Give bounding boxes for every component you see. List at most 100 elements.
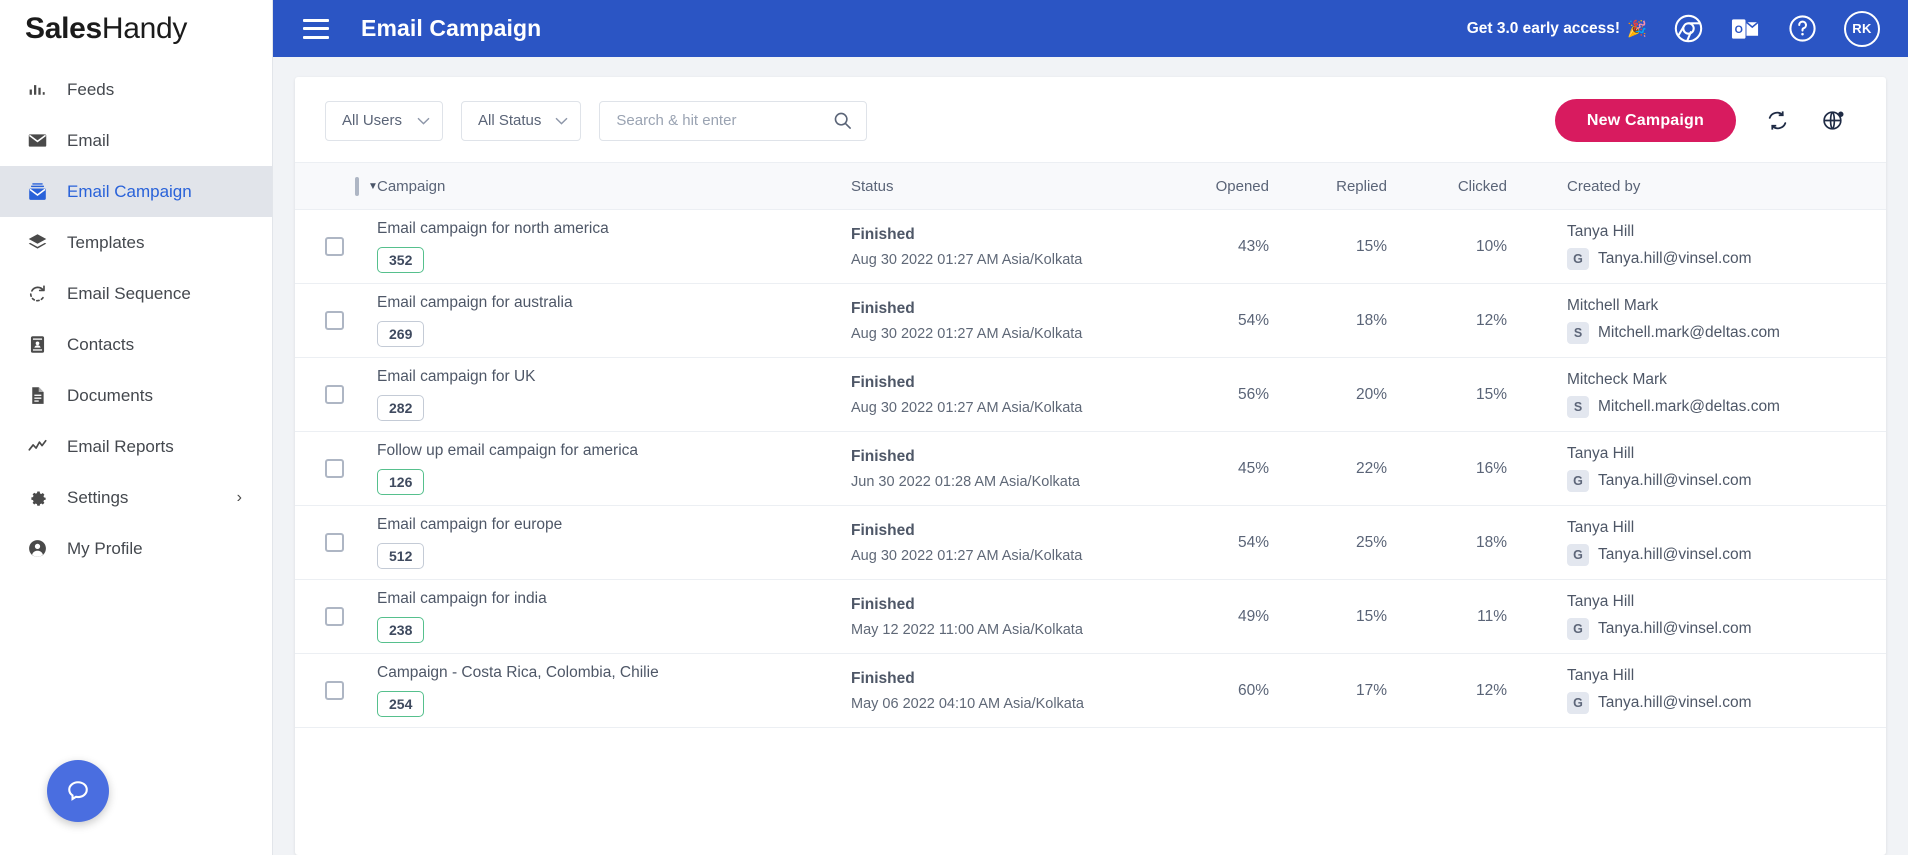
status-cell: FinishedAug 30 2022 01:27 AM Asia/Kolkat… (851, 358, 1171, 432)
creator-email: Mitchell.mark@deltas.com (1598, 324, 1780, 342)
campaign-name[interactable]: Email campaign for europe (377, 516, 851, 535)
table-row[interactable]: Campaign - Costa Rica, Colombia, Chilie 2… (295, 654, 1886, 728)
sidebar-item-email-campaign[interactable]: Email Campaign (0, 166, 272, 217)
sidebar-item-contacts[interactable]: Contacts (0, 319, 272, 370)
search-input[interactable] (616, 112, 833, 129)
creator-email: Tanya.hill@vinsel.com (1598, 620, 1752, 638)
campaign-count-badge[interactable]: 282 (377, 395, 424, 421)
campaign-count-badge[interactable]: 512 (377, 543, 424, 569)
column-header-campaign[interactable]: Campaign (377, 163, 851, 210)
new-campaign-button[interactable]: New Campaign (1555, 99, 1736, 142)
creator-email-row: GTanya.hill@vinsel.com (1567, 248, 1886, 270)
promo-label: Get 3.0 early access! (1467, 20, 1620, 38)
creator-email: Tanya.hill@vinsel.com (1598, 250, 1752, 268)
creator-name: Tanya Hill (1567, 593, 1886, 611)
creator-email-row: SMitchell.mark@deltas.com (1567, 396, 1886, 418)
sidebar-item-label: Contacts (67, 335, 134, 355)
row-checkbox[interactable] (325, 237, 344, 256)
sidebar-item-email-sequence[interactable]: Email Sequence (0, 268, 272, 319)
campaign-name[interactable]: Campaign - Costa Rica, Colombia, Chilie (377, 664, 851, 683)
early-access-promo[interactable]: Get 3.0 early access! 🎉 (1467, 19, 1647, 39)
campaign-table-scroll[interactable]: ▼ Campaign Status Opened Replied Clicked… (295, 162, 1886, 855)
creator-name: Mitcheck Mark (1567, 371, 1886, 389)
creator-name: Tanya Hill (1567, 223, 1886, 241)
sidebar-item-feeds[interactable]: Feeds (0, 64, 272, 115)
campaign-count-badge[interactable]: 126 (377, 469, 424, 495)
contact-card-icon (27, 334, 48, 355)
globe-settings-icon[interactable] (1818, 106, 1848, 136)
all-status-filter[interactable]: All Status (461, 101, 581, 141)
table-row[interactable]: Email campaign for europe 512 FinishedAug … (295, 506, 1886, 580)
campaign-count-badge[interactable]: 269 (377, 321, 424, 347)
row-checkbox[interactable] (325, 459, 344, 478)
user-avatar[interactable]: RK (1844, 11, 1880, 47)
created-by-cell: Mitchell MarkSMitchell.mark@deltas.com (1533, 284, 1886, 358)
creator-name: Tanya Hill (1567, 519, 1886, 537)
select-all-checkbox[interactable] (355, 177, 359, 196)
clicked-value: 12% (1411, 284, 1533, 358)
campaign-name[interactable]: Email campaign for north america (377, 220, 851, 239)
help-circle-icon[interactable] (1787, 13, 1818, 44)
column-header-status[interactable]: Status (851, 163, 1171, 210)
sidebar-item-email[interactable]: Email (0, 115, 272, 166)
brand-logo[interactable]: SalesHandy (0, 0, 272, 57)
sidebar-item-email-reports[interactable]: Email Reports (0, 421, 272, 472)
campaign-count-badge[interactable]: 238 (377, 617, 424, 643)
sidebar-item-settings[interactable]: Settings› (0, 472, 272, 523)
row-checkbox[interactable] (325, 311, 344, 330)
status-timestamp: Aug 30 2022 01:27 AM Asia/Kolkata (851, 548, 1171, 564)
help-chat-button[interactable] (47, 760, 109, 822)
column-header-clicked[interactable]: Clicked (1411, 163, 1533, 210)
campaign-name[interactable]: Email campaign for india (377, 590, 851, 609)
sidebar-nav: Feeds Email Email CampaignTemplatesEmail S… (0, 64, 272, 574)
campaign-cell: Follow up email campaign for america 126 (377, 432, 851, 506)
all-status-filter-label: All Status (478, 112, 541, 129)
created-by-cell: Tanya Hill GTanya.hill@vinsel.com (1533, 210, 1886, 284)
outlook-icon[interactable]: O (1730, 13, 1761, 44)
sidebar-item-my-profile[interactable]: My Profile (0, 523, 272, 574)
column-header-created-by[interactable]: Created by (1533, 163, 1886, 210)
row-checkbox[interactable] (325, 533, 344, 552)
sidebar-item-templates[interactable]: Templates (0, 217, 272, 268)
campaign-count-badge[interactable]: 254 (377, 691, 424, 717)
status-cell: FinishedAug 30 2022 01:27 AM Asia/Kolkat… (851, 506, 1171, 580)
table-row[interactable]: Email campaign for australia269FinishedA… (295, 284, 1886, 358)
campaign-name[interactable]: Email campaign for australia (377, 294, 851, 313)
table-header: ▼ Campaign Status Opened Replied Clicked… (295, 163, 1886, 210)
hamburger-menu-icon[interactable] (303, 19, 329, 39)
search-icon[interactable] (833, 111, 852, 130)
chevron-right-icon[interactable]: › (237, 489, 242, 507)
table-row[interactable]: Follow up email campaign for america 126F… (295, 432, 1886, 506)
creator-name: Tanya Hill (1567, 667, 1886, 685)
campaign-cell: Email campaign for australia 269 (377, 284, 851, 358)
row-checkbox[interactable] (325, 607, 344, 626)
status-timestamp: Jun 30 2022 01:28 AM Asia/Kolkata (851, 474, 1171, 490)
campaign-name[interactable]: Email campaign for UK (377, 368, 851, 387)
opened-value: 49% (1171, 580, 1291, 654)
sidebar-item-label: Email (67, 131, 110, 151)
table-row[interactable]: Email campaign for india238FinishedMay 1… (295, 580, 1886, 654)
brand-bold: Sales (25, 12, 102, 46)
row-select-cell (295, 580, 377, 654)
provider-badge-icon: S (1567, 322, 1589, 344)
column-header-replied[interactable]: Replied (1291, 163, 1411, 210)
sync-refresh-icon[interactable] (1762, 106, 1792, 136)
campaign-cell: Campaign - Costa Rica, Colombia, Chilie 2… (377, 654, 851, 728)
brand-light: Handy (102, 12, 187, 46)
table-row[interactable]: Email campaign for UK 282 FinishedAug 30 2… (295, 358, 1886, 432)
campaign-count-badge[interactable]: 352 (377, 247, 424, 273)
table-row[interactable]: Email campaign for north america352Finis… (295, 210, 1886, 284)
row-checkbox[interactable] (325, 385, 344, 404)
row-checkbox[interactable] (325, 681, 344, 700)
opened-value: 43% (1171, 210, 1291, 284)
created-by-cell: Tanya HillGTanya.hill@vinsel.com (1533, 580, 1886, 654)
column-header-opened[interactable]: Opened (1171, 163, 1291, 210)
svg-text:O: O (1735, 23, 1743, 35)
search-container[interactable] (599, 101, 867, 141)
chrome-icon[interactable] (1673, 13, 1704, 44)
user-circle-icon (27, 538, 48, 559)
all-users-filter[interactable]: All Users (325, 101, 443, 141)
campaign-name[interactable]: Follow up email campaign for america (377, 442, 851, 461)
clicked-value: 15% (1411, 358, 1533, 432)
sidebar-item-documents[interactable]: Documents (0, 370, 272, 421)
